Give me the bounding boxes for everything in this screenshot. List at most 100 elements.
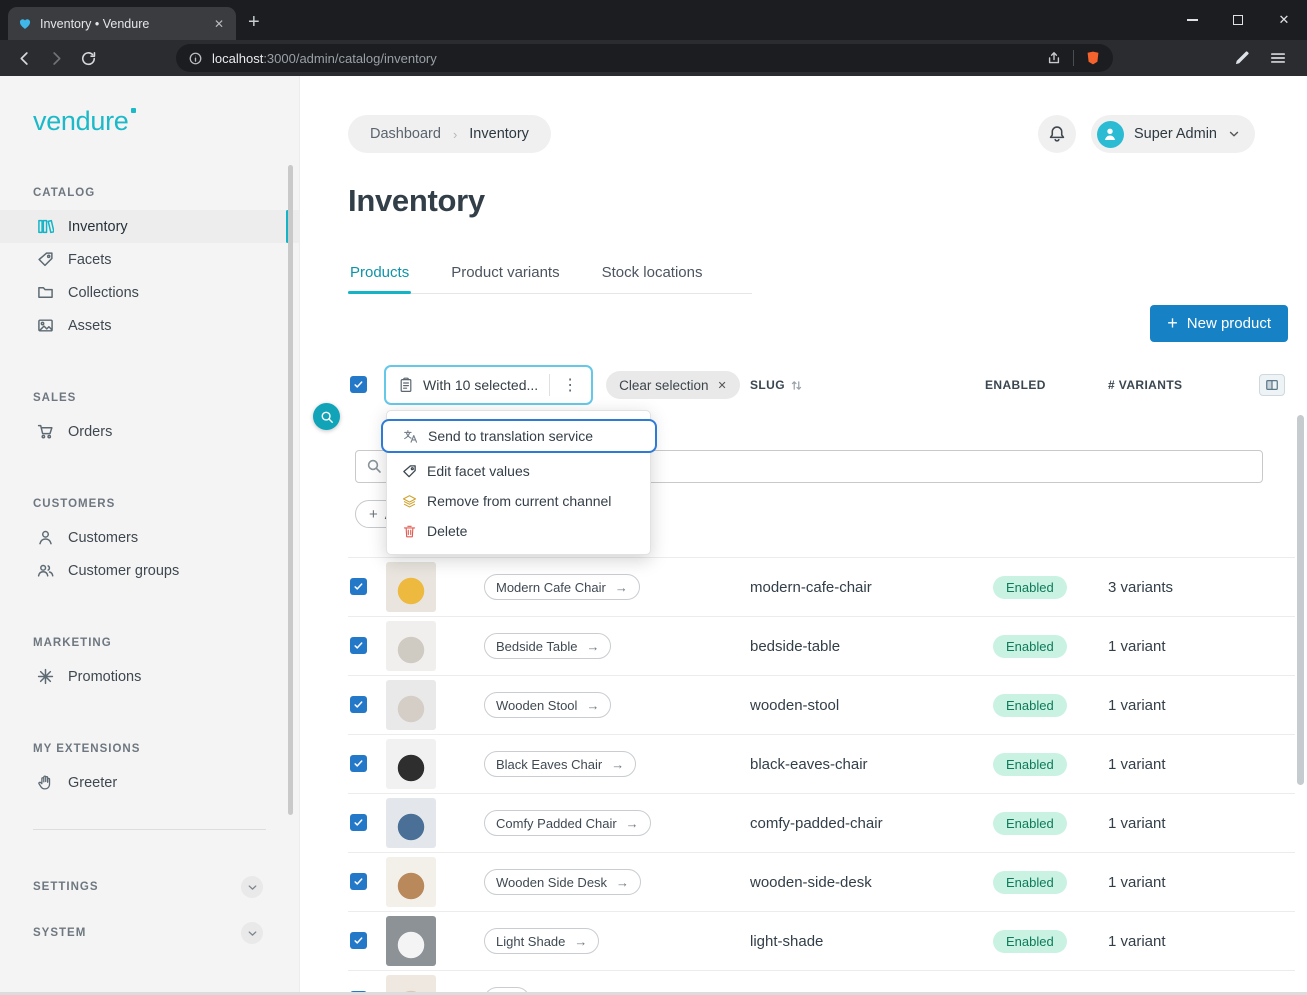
trash-icon	[402, 524, 417, 539]
column-header-enabled: ENABLED	[985, 378, 1108, 392]
sidebar-section: CATALOG Inventory Facets Collections Ass…	[0, 187, 299, 342]
select-all-checkbox[interactable]	[350, 376, 367, 393]
check-icon	[353, 817, 364, 828]
clear-selection-button[interactable]: Clear selection ✕	[606, 371, 740, 399]
menu-item-send-to-translation-service[interactable]: Send to translation service	[381, 419, 657, 453]
window-maximize-button[interactable]	[1215, 0, 1261, 40]
pencil-icon[interactable]	[1233, 49, 1251, 67]
check-icon	[353, 876, 364, 887]
search-icon	[366, 458, 382, 474]
sidebar-item-facets[interactable]: Facets	[0, 243, 299, 276]
window-minimize-button[interactable]	[1169, 0, 1215, 40]
sidebar-item-customer-groups[interactable]: Customer groups	[0, 554, 299, 587]
search-fab-button[interactable]	[313, 403, 340, 430]
row-checkbox[interactable]	[350, 814, 367, 831]
arrow-right-icon: →	[611, 757, 624, 772]
forward-button[interactable]	[42, 44, 70, 72]
product-name-link[interactable]: Black Eaves Chair→	[484, 751, 636, 777]
menu-item-delete[interactable]: Delete	[387, 516, 650, 546]
user-icon	[37, 529, 54, 546]
sidebar-item-customers[interactable]: Customers	[0, 521, 299, 554]
product-name-link[interactable]: Wooden Stool→	[484, 692, 611, 718]
product-image	[386, 916, 436, 966]
user-menu-button[interactable]: Super Admin	[1091, 115, 1255, 153]
status-badge: Enabled	[993, 635, 1067, 658]
new-tab-button[interactable]: +	[236, 12, 272, 40]
chevron-down-icon[interactable]	[241, 922, 263, 944]
browser-tab[interactable]: Inventory • Vendure ✕	[8, 7, 236, 40]
sidebar-section-toggle-settings[interactable]: SETTINGS	[0, 864, 299, 910]
browser-menu-icon[interactable]	[1269, 49, 1287, 67]
status-badge: Enabled	[993, 871, 1067, 894]
notifications-button[interactable]	[1038, 115, 1076, 153]
table-row[interactable]: Wooden Stool→ wooden-stool Enabled 1 var…	[348, 675, 1295, 734]
share-icon[interactable]	[1046, 50, 1062, 66]
sidebar-scrollbar[interactable]	[288, 165, 293, 815]
tab-strip: Inventory • Vendure ✕ + ✕	[0, 0, 1307, 40]
url-bar[interactable]: localhost:3000/admin/catalog/inventory	[176, 44, 1113, 72]
menu-item-edit-facet-values[interactable]: Edit facet values	[387, 456, 650, 486]
columns-icon	[1265, 378, 1279, 392]
brave-shields-icon[interactable]	[1085, 50, 1101, 66]
row-checkbox[interactable]	[350, 932, 367, 949]
tab-close-icon[interactable]: ✕	[210, 15, 228, 33]
chevron-down-icon[interactable]	[241, 876, 263, 898]
sidebar-item-promotions[interactable]: Promotions	[0, 660, 299, 693]
check-icon	[353, 935, 364, 946]
product-slug: wooden-side-desk	[750, 874, 985, 891]
row-checkbox[interactable]	[350, 578, 367, 595]
sidebar-section-label: SALES	[0, 392, 299, 406]
sidebar-section: SALES Orders	[0, 392, 299, 448]
sidebar-section-toggle-system[interactable]: SYSTEM	[0, 910, 299, 956]
table-row[interactable]: Bedside Table→ bedside-table Enabled 1 v…	[348, 616, 1295, 675]
product-name-link[interactable]: Comfy Padded Chair→	[484, 810, 651, 836]
sidebar-item-collections[interactable]: Collections	[0, 276, 299, 309]
row-checkbox[interactable]	[350, 755, 367, 772]
status-badge: Enabled	[993, 812, 1067, 835]
status-badge: Enabled	[993, 753, 1067, 776]
column-header-slug[interactable]: SLUG	[750, 378, 985, 392]
breadcrumb-dashboard[interactable]: Dashboard	[370, 126, 441, 142]
product-name-link[interactable]: Wooden Side Desk→	[484, 869, 641, 895]
kebab-menu-icon[interactable]: ⋮	[559, 375, 581, 395]
variant-count: 3 variants	[1108, 579, 1259, 596]
row-checkbox[interactable]	[350, 637, 367, 654]
site-info-icon[interactable]	[188, 51, 203, 66]
tab-product-variants[interactable]: Product variants	[449, 255, 561, 293]
column-settings-button[interactable]	[1259, 374, 1285, 396]
table-row[interactable]: Comfy Padded Chair→ comfy-padded-chair E…	[348, 793, 1295, 852]
menu-item-remove-from-current-channel[interactable]: Remove from current channel	[387, 486, 650, 516]
breadcrumb-inventory: Inventory	[469, 126, 529, 142]
sidebar-item-inventory[interactable]: Inventory	[0, 210, 299, 243]
row-checkbox[interactable]	[350, 873, 367, 890]
back-button[interactable]	[10, 44, 38, 72]
inventory-icon	[37, 218, 54, 235]
table-row[interactable]: Black Eaves Chair→ black-eaves-chair Ena…	[348, 734, 1295, 793]
window-close-button[interactable]: ✕	[1261, 0, 1307, 40]
bulk-actions-button[interactable]: With 10 selected... ⋮	[384, 365, 593, 405]
sidebar-item-assets[interactable]: Assets	[0, 309, 299, 342]
table-row[interactable]: Light Shade→ light-shade Enabled 1 varia…	[348, 911, 1295, 970]
sidebar-section: CUSTOMERS Customers Customer groups	[0, 498, 299, 587]
content-scrollbar[interactable]	[1297, 415, 1304, 785]
table-row[interactable]: Modern Cafe Chair→ modern-cafe-chair Ena…	[348, 557, 1295, 616]
product-image	[386, 739, 436, 789]
product-name-link[interactable]: Modern Cafe Chair→	[484, 574, 640, 600]
new-product-button[interactable]: + New product	[1150, 305, 1288, 342]
tab-products[interactable]: Products	[348, 255, 411, 293]
sidebar-item-orders[interactable]: Orders	[0, 415, 299, 448]
sidebar-nav: CATALOG Inventory Facets Collections Ass…	[0, 187, 299, 799]
sidebar-item-greeter[interactable]: Greeter	[0, 766, 299, 799]
row-checkbox[interactable]	[350, 696, 367, 713]
product-slug: modern-cafe-chair	[750, 579, 985, 596]
close-icon: ✕	[717, 379, 726, 392]
forward-icon	[48, 50, 65, 67]
table-row[interactable]: Wooden Side Desk→ wooden-side-desk Enabl…	[348, 852, 1295, 911]
sort-icon[interactable]	[790, 379, 803, 392]
reload-button[interactable]	[74, 44, 102, 72]
layers-icon	[402, 494, 417, 509]
product-name-link[interactable]: Bedside Table→	[484, 633, 611, 659]
tab-stock-locations[interactable]: Stock locations	[600, 255, 705, 293]
product-image	[386, 857, 436, 907]
product-name-link[interactable]: Light Shade→	[484, 928, 599, 954]
